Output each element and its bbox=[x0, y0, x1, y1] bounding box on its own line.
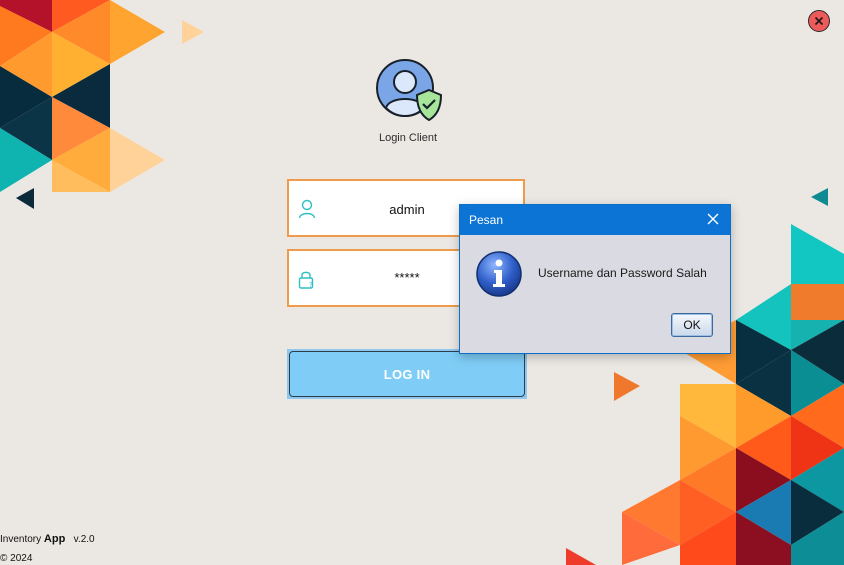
close-app-button[interactable] bbox=[808, 10, 830, 32]
password-value: ***** bbox=[394, 270, 420, 285]
footer-version: v.2.0 bbox=[73, 534, 95, 545]
footer-app-brand: App bbox=[43, 533, 66, 545]
lock-icon: ? bbox=[298, 271, 314, 289]
close-icon[interactable] bbox=[706, 212, 720, 226]
ok-button[interactable]: OK bbox=[671, 313, 713, 337]
info-icon bbox=[476, 251, 522, 297]
dialog-titlebar[interactable]: Pesan bbox=[460, 205, 730, 235]
login-button[interactable]: LOG IN bbox=[287, 349, 527, 399]
footer-app-info: Inventory App v.2.0 bbox=[0, 533, 95, 545]
close-icon bbox=[814, 16, 824, 26]
dialog-title: Pesan bbox=[469, 213, 504, 227]
login-button-label: LOG IN bbox=[289, 351, 525, 397]
dialog-message: Username dan Password Salah bbox=[538, 266, 707, 280]
login-title: Login Client bbox=[378, 132, 438, 144]
svg-text:?: ? bbox=[309, 281, 313, 289]
user-shield-icon bbox=[376, 59, 443, 122]
footer-copyright: © 2024 bbox=[0, 553, 33, 564]
username-value: admin bbox=[389, 202, 425, 217]
user-icon bbox=[298, 199, 316, 219]
footer-app-name: Inventory bbox=[0, 534, 42, 545]
message-dialog: Pesan Username dan Password Salah OK bbox=[459, 204, 731, 354]
